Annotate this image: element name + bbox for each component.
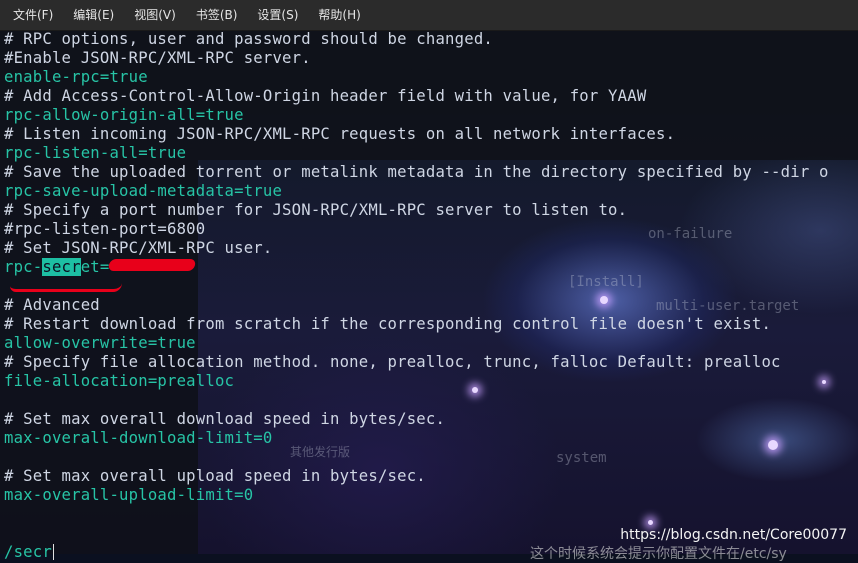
comment-line: # Save the uploaded torrent or metalink … [4, 163, 829, 181]
comment-line: # Set max overall upload speed in bytes/… [4, 467, 426, 485]
setting-line: max-overall-download-limit=0 [4, 429, 273, 447]
comment-line: # Specify file allocation method. none, … [4, 353, 781, 371]
redaction-mark [108, 259, 197, 271]
secret-prefix: rpc- [4, 258, 43, 276]
comment-line: #Enable JSON-RPC/XML-RPC server. [4, 49, 311, 67]
setting-line: allow-overwrite=true [4, 334, 196, 352]
menu-bookmarks[interactable]: 书签(B) [186, 0, 248, 30]
comment-line: # Advanced [4, 296, 100, 314]
setting-line: rpc-allow-origin-all=true [4, 106, 244, 124]
menu-file[interactable]: 文件(F) [0, 0, 63, 30]
setting-line: file-allocation=prealloc [4, 372, 235, 390]
comment-line: #rpc-listen-port=6800 [4, 220, 206, 238]
comment-line: # RPC options, user and password should … [4, 30, 493, 48]
secret-line: rpc-secret= [4, 258, 858, 277]
menu-bar: 文件(F) 编辑(E) 视图(V) 书签(B) 设置(S) 帮助(H) [0, 0, 858, 31]
comment-line: # Listen incoming JSON-RPC/XML-RPC reque… [4, 125, 676, 143]
setting-line: rpc-listen-all=true [4, 144, 187, 162]
setting-line: max-overall-upload-limit=0 [4, 486, 254, 504]
search-prompt-text: /secr [4, 543, 52, 561]
background-text: 这个时候系统会提示你配置文件在/etc/sy [530, 546, 787, 562]
setting-line: rpc-save-upload-metadata=true [4, 182, 283, 200]
menu-help[interactable]: 帮助(H) [308, 0, 370, 30]
comment-line: # Add Access-Control-Allow-Origin header… [4, 87, 647, 105]
red-underline-annotation [10, 283, 122, 292]
secret-suffix: et= [80, 258, 110, 276]
comment-line: # Set max overall download speed in byte… [4, 410, 446, 428]
menu-settings[interactable]: 设置(S) [247, 0, 308, 30]
watermark: https://blog.csdn.net/Core00077 [620, 527, 847, 543]
terminal-text-area[interactable]: # RPC options, user and password should … [4, 30, 858, 562]
comment-line: # Set JSON-RPC/XML-RPC user. [4, 239, 273, 257]
menu-view[interactable]: 视图(V) [124, 0, 186, 30]
menu-edit[interactable]: 编辑(E) [63, 0, 124, 30]
comment-line: # Specify a port number for JSON-RPC/XML… [4, 201, 628, 219]
text-cursor [52, 544, 54, 560]
comment-line: # Restart download from scratch if the c… [4, 315, 772, 333]
setting-line: enable-rpc=true [4, 68, 148, 86]
search-match-highlight: secr [42, 258, 81, 276]
